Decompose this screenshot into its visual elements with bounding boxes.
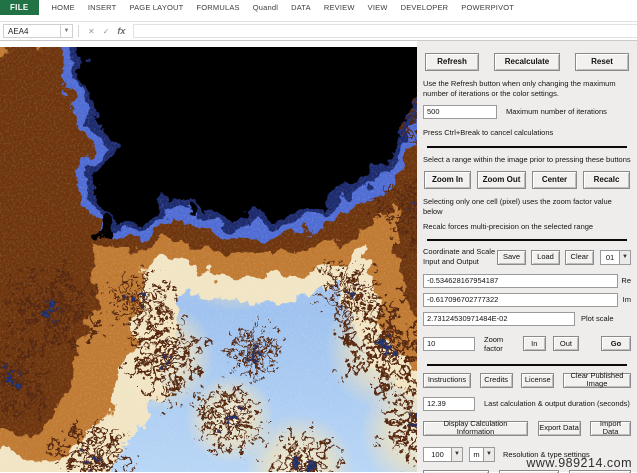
import-data-button[interactable]: Import Data <box>590 421 631 436</box>
ribbon-tab-page-layout[interactable]: PAGE LAYOUT <box>129 0 183 15</box>
plot-scale-label: Plot scale <box>581 314 614 323</box>
worksheet-fractal-area[interactable] <box>0 41 417 472</box>
range-note: Select a range within the image prior to… <box>423 155 631 165</box>
ribbon-tab-review[interactable]: REVIEW <box>324 0 355 15</box>
formula-input[interactable] <box>133 24 637 38</box>
insert-function-icon[interactable]: fx <box>117 26 125 36</box>
plot-scale-input[interactable] <box>423 312 575 326</box>
out-button[interactable]: Out <box>553 336 579 351</box>
fractal-image <box>0 47 428 472</box>
coord-section-label: Coordinate and Scale Input and Output <box>423 247 497 267</box>
im-input[interactable] <box>423 293 618 307</box>
clear-published-image-button[interactable]: Clear Published Image <box>563 373 631 388</box>
ribbon-tab-home[interactable]: HOME <box>52 0 75 15</box>
zoom-in-button[interactable]: Zoom In <box>424 171 471 189</box>
ribbon-tab-formulas[interactable]: FORMULAS <box>196 0 239 15</box>
ribbon-tab-bar: FILE HOME INSERT PAGE LAYOUT FORMULAS Quandl… <box>0 0 637 22</box>
cancel-note: Press Ctrl+Break to cancel calculations <box>423 128 631 138</box>
tab-file[interactable]: FILE <box>0 0 39 15</box>
go-button[interactable]: Go <box>601 336 631 351</box>
reset-button[interactable]: Reset <box>575 53 629 71</box>
slot-select[interactable]: 01 ▼ <box>600 250 631 265</box>
name-box-dropdown-icon[interactable]: ▼ <box>61 24 73 38</box>
type-value: m <box>470 448 483 461</box>
multiprecision-note: Recalc forces multi-precision on the sel… <box>423 222 631 232</box>
enter-icon[interactable]: ✓ <box>103 27 110 36</box>
credits-button[interactable]: Credits <box>480 373 513 388</box>
slot-value: 01 <box>601 251 619 264</box>
zoom-factor-label: Zoom factor <box>484 335 523 353</box>
name-box[interactable]: AEA4 <box>3 24 61 38</box>
license-button[interactable]: License <box>521 373 554 388</box>
clear-button[interactable]: Clear <box>565 250 594 265</box>
excel-window: FILE HOME INSERT PAGE LAYOUT FORMULAS Quandl… <box>0 0 637 473</box>
chevron-down-icon[interactable]: ▼ <box>451 448 462 461</box>
divider <box>78 25 79 37</box>
type-select[interactable]: m ▼ <box>469 447 495 462</box>
refresh-note: Use the Refresh button when only changin… <box>423 79 631 99</box>
recalc-button[interactable]: Recalc <box>583 171 630 189</box>
divider <box>427 146 627 148</box>
in-button[interactable]: In <box>523 336 546 351</box>
ribbon-tab-quandl[interactable]: Quandl <box>253 0 278 15</box>
re-label: Re <box>618 276 631 285</box>
max-iterations-input[interactable] <box>423 105 497 119</box>
ribbon-tab-developer[interactable]: DEVELOPER <box>401 0 449 15</box>
im-label: Im <box>618 295 631 304</box>
load-button[interactable]: Load <box>531 250 560 265</box>
center-button[interactable]: Center <box>532 171 577 189</box>
divider <box>427 364 627 366</box>
chevron-down-icon[interactable]: ▼ <box>483 448 494 461</box>
zoom-factor-input[interactable] <box>423 337 475 351</box>
resolution-value: 100 <box>424 448 451 461</box>
ribbon-tab-powerpivot[interactable]: POWERPIVOT <box>461 0 514 15</box>
display-calc-info-button[interactable]: Display Calculation Information <box>423 421 528 436</box>
re-input[interactable] <box>423 274 618 288</box>
ribbon-tab-data[interactable]: DATA <box>291 0 311 15</box>
refresh-button[interactable]: Refresh <box>425 53 479 71</box>
formula-bar: AEA4 ▼ ✕ ✓ fx <box>0 22 637 41</box>
ribbon-tab-insert[interactable]: INSERT <box>88 0 117 15</box>
duration-input[interactable] <box>423 397 475 411</box>
export-data-button[interactable]: Export Data <box>538 421 581 436</box>
ribbon-tabs: HOME INSERT PAGE LAYOUT FORMULAS Quandl DATA R… <box>39 0 515 15</box>
save-button[interactable]: Save <box>497 250 526 265</box>
zoom-out-button[interactable]: Zoom Out <box>477 171 526 189</box>
resolution-select[interactable]: 100 ▼ <box>423 447 463 462</box>
control-panel: Refresh Recalculate Reset Use the Refres… <box>417 41 637 472</box>
max-iterations-label: Maximum number of iterations <box>506 107 607 116</box>
one-cell-note: Selecting only one cell (pixel) uses the… <box>423 197 631 217</box>
watermark: www.989214.com <box>526 456 632 470</box>
chevron-down-icon[interactable]: ▼ <box>619 251 630 264</box>
ribbon-tab-view[interactable]: VIEW <box>368 0 388 15</box>
instructions-button[interactable]: Instructions <box>423 373 471 388</box>
duration-label: Last calculation & output duration (seco… <box>484 399 630 408</box>
cancel-icon[interactable]: ✕ <box>88 27 95 36</box>
divider <box>427 239 627 241</box>
recalculate-button[interactable]: Recalculate <box>494 53 560 71</box>
